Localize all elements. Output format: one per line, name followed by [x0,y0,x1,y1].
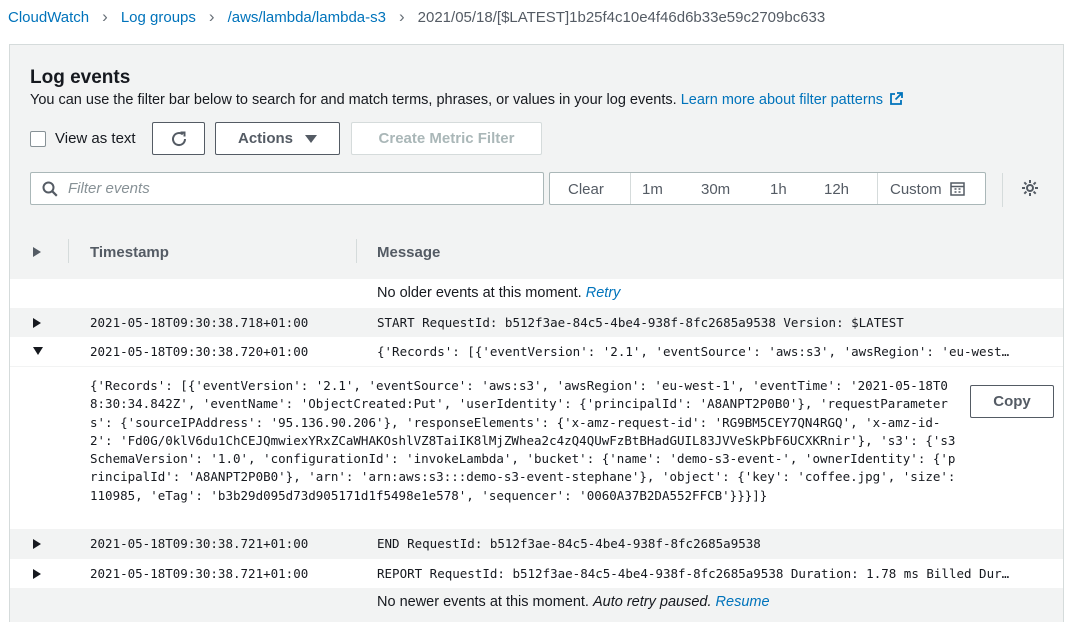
filter-events-input[interactable]: Filter events [30,172,544,205]
column-divider [356,239,357,263]
time-range-12h[interactable]: 12h [824,181,849,198]
view-as-text-checkbox[interactable] [30,131,46,147]
breadcrumb: CloudWatch › Log groups › /aws/lambda/la… [8,0,825,34]
row-timestamp: 2021-05-18T09:30:38.720+01:00 [90,344,309,359]
panel-description: You can use the filter bar below to sear… [30,92,903,108]
time-range-custom-label: Custom [890,181,942,198]
table-row[interactable]: 2021-05-18T09:30:38.718+01:00 START Requ… [10,308,1063,337]
time-range-clear[interactable]: Clear [568,181,604,198]
no-newer-events-text: No newer events at this moment. [377,594,589,610]
time-range-1h[interactable]: 1h [770,181,787,198]
actions-button[interactable]: Actions [215,122,340,155]
time-range-divider [877,173,878,204]
caret-right-icon[interactable] [33,539,41,549]
row-message: START RequestId: b512f3ae-84c5-4be4-938f… [377,315,904,330]
column-header-message[interactable]: Message [377,244,440,261]
breadcrumb-log-group[interactable]: /aws/lambda/lambda-s3 [228,9,386,26]
column-header-timestamp[interactable]: Timestamp [90,244,169,261]
actions-button-label: Actions [237,130,293,147]
breadcrumb-cloudwatch[interactable]: CloudWatch [8,9,89,26]
time-range-divider [630,173,631,204]
expanded-message-text: {'Records': [{'eventVersion': '2.1', 'ev… [90,378,963,503]
breadcrumb-current-stream: 2021/05/18/[$LATEST]1b25f4c10e4f46d6b33e… [417,8,826,26]
create-metric-filter-button[interactable]: Create Metric Filter [351,122,542,155]
learn-more-link-label: Learn more about filter patterns [680,92,884,108]
gear-icon[interactable] [1021,179,1039,197]
row-timestamp: 2021-05-18T09:30:38.721+01:00 [90,536,309,551]
row-timestamp: 2021-05-18T09:30:38.721+01:00 [90,566,309,581]
row-message: {'Records': [{'eventVersion': '2.1', 'ev… [377,344,1010,359]
row-message: REPORT RequestId: b512f3ae-84c5-4be4-938… [377,566,1010,581]
external-link-icon [890,92,903,105]
toolbar-divider [1002,173,1003,207]
row-message: END RequestId: b512f3ae-84c5-4be4-938f-8… [377,536,761,551]
panel-title: Log events [30,67,131,88]
caret-down-icon[interactable] [33,347,43,355]
expanded-message-panel: {'Records': [{'eventVersion': '2.1', 'ev… [10,367,1063,529]
no-newer-events-message: No newer events at this moment. Auto ret… [377,594,770,610]
table-row[interactable]: 2021-05-18T09:30:38.720+01:00 {'Records'… [10,337,1063,366]
caret-down-icon [305,134,317,143]
breadcrumb-log-groups[interactable]: Log groups [121,9,196,26]
panel-description-text: You can use the filter bar below to sear… [30,92,677,108]
view-as-text-label[interactable]: View as text [55,130,136,147]
auto-retry-text: Auto retry paused. [593,594,712,610]
chevron-right-icon: › [208,7,215,26]
time-range-custom[interactable]: Custom [890,181,965,198]
refresh-button[interactable] [152,122,205,155]
refresh-icon [171,131,186,146]
log-events-panel: Log events You can use the filter bar be… [9,44,1064,622]
copy-button[interactable]: Copy [970,385,1054,418]
no-newer-events-row: No newer events at this moment. Auto ret… [10,588,1063,617]
no-older-events-message: No older events at this moment. Retry [377,285,620,301]
filter-placeholder: Filter events [68,180,150,197]
calendar-icon [949,182,965,196]
no-older-events-text: No older events at this moment. [377,285,582,301]
no-older-events-row: No older events at this moment. Retry [10,279,1063,308]
learn-more-link[interactable]: Learn more about filter patterns [681,92,903,108]
search-icon [42,181,58,197]
resume-link[interactable]: Resume [716,594,770,610]
column-divider [68,239,69,263]
table-row[interactable]: 2021-05-18T09:30:38.721+01:00 END Reques… [10,529,1063,558]
time-range-1m[interactable]: 1m [642,181,663,198]
table-row[interactable]: 2021-05-18T09:30:38.721+01:00 REPORT Req… [10,559,1063,588]
caret-right-icon[interactable] [33,318,41,328]
time-range-30m[interactable]: 30m [701,181,730,198]
retry-link[interactable]: Retry [586,285,621,301]
table-header: Timestamp Message [10,231,1063,271]
time-range-selector: Clear 1m 30m 1h 12h Custom [549,172,986,205]
caret-right-icon[interactable] [33,569,41,579]
row-timestamp: 2021-05-18T09:30:38.718+01:00 [90,315,309,330]
chevron-right-icon: › [398,7,405,26]
caret-right-icon[interactable] [33,247,41,257]
chevron-right-icon: › [102,7,108,26]
